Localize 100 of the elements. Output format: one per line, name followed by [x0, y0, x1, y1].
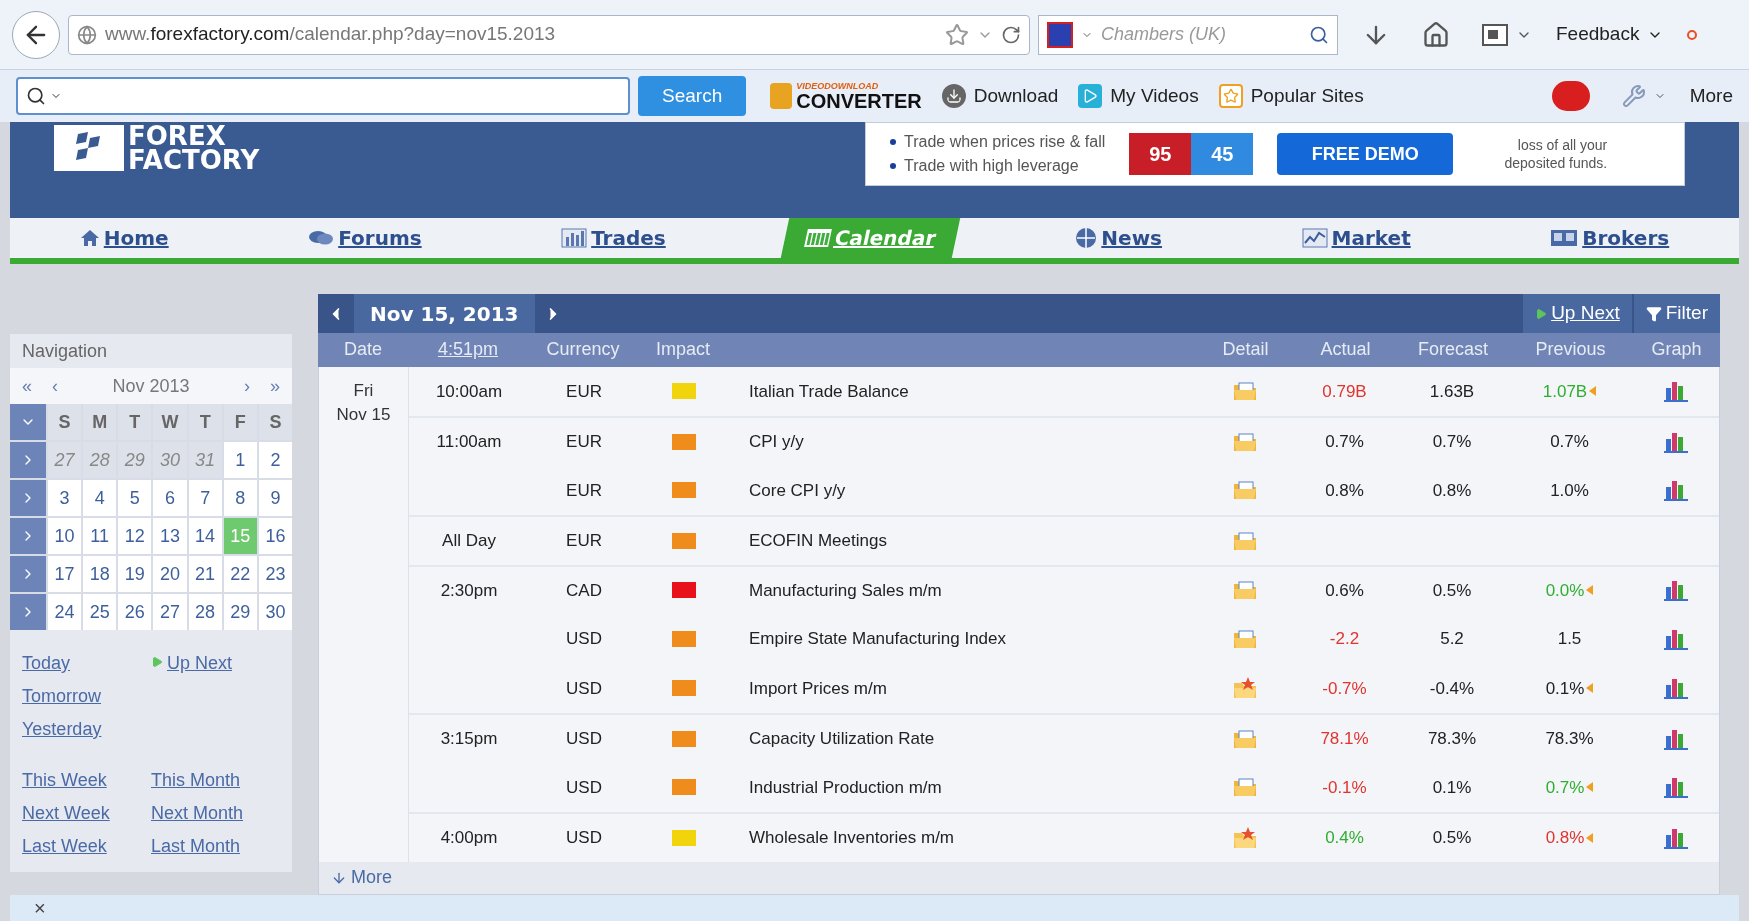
nav-link[interactable]: Tomorrow — [22, 683, 151, 710]
site-logo[interactable]: FOREX FACTORY — [54, 124, 260, 172]
next-arrow[interactable]: › — [244, 372, 250, 400]
day-cell[interactable]: 22 — [223, 556, 257, 592]
ad-banner[interactable]: Trade when prices rise & fall Trade with high leverage 95 45 FREE DEMO loss of all your deposited funds. — [865, 122, 1685, 186]
ask-logo-icon[interactable] — [1551, 81, 1590, 111]
toolbar-link[interactable]: My Videos — [1078, 81, 1199, 111]
week-button[interactable] — [10, 442, 46, 478]
nav-link[interactable]: This Week — [22, 767, 151, 794]
day-cell[interactable]: 8 — [223, 480, 257, 516]
graph-icon[interactable] — [1663, 776, 1688, 799]
filter-button[interactable]: Filter — [1633, 294, 1720, 334]
graph-icon[interactable] — [1663, 677, 1688, 700]
nav-link[interactable]: This Month — [151, 767, 280, 794]
day-cell[interactable]: 19 — [118, 556, 152, 592]
last-arrow[interactable]: » — [270, 372, 280, 400]
home-icon[interactable] — [1422, 20, 1450, 49]
nav-link[interactable]: Last Month — [151, 833, 280, 860]
nav-link[interactable]: Today — [22, 650, 151, 677]
search-button[interactable]: Search — [638, 76, 747, 116]
day-cell[interactable]: 3 — [48, 480, 82, 516]
window-icon[interactable] — [1482, 23, 1508, 46]
folder-icon[interactable] — [1231, 430, 1258, 453]
feedback-button[interactable]: Feedback — [1556, 20, 1664, 49]
graph-icon[interactable] — [1663, 579, 1688, 602]
day-cell[interactable]: 30 — [258, 594, 292, 630]
nav-link[interactable]: Yesterday — [22, 716, 151, 743]
week-button[interactable] — [10, 594, 46, 630]
day-cell[interactable]: 25 — [83, 594, 117, 630]
day-cell[interactable]: 24 — [48, 594, 82, 630]
day-cell[interactable]: 28 — [188, 594, 222, 630]
day-cell[interactable]: 23 — [258, 556, 292, 592]
folder-icon[interactable] — [1231, 776, 1258, 799]
nav-link[interactable]: Next Month — [151, 800, 280, 827]
first-arrow[interactable]: « — [22, 372, 32, 400]
day-cell[interactable]: 27 — [153, 594, 187, 630]
engine-input[interactable]: Chambers (UK) — [1101, 21, 1301, 48]
day-cell[interactable]: 18 — [83, 556, 117, 592]
address-bar[interactable]: www.forexfactory.com/calendar.php?day=nov15.2013 — [68, 14, 1030, 55]
day-cell[interactable]: 14 — [188, 518, 222, 554]
day-cell[interactable]: 4 — [83, 480, 117, 516]
search-icon[interactable] — [1309, 24, 1329, 45]
folder-icon[interactable] — [1231, 579, 1258, 602]
folder-star-icon[interactable] — [1231, 676, 1258, 701]
day-cell[interactable]: 10 — [48, 518, 82, 554]
bookmark-star-icon[interactable] — [945, 22, 969, 47]
day-cell[interactable]: 13 — [153, 518, 187, 554]
day-cell[interactable]: 7 — [188, 480, 222, 516]
folder-icon[interactable] — [1231, 380, 1258, 403]
day-cell[interactable]: 12 — [118, 518, 152, 554]
nav-link[interactable]: Up Next — [167, 650, 233, 677]
folder-icon[interactable] — [1231, 529, 1258, 552]
nav-tab[interactable]: Market — [1281, 218, 1431, 258]
folder-icon[interactable] — [1231, 627, 1258, 650]
graph-icon[interactable] — [1663, 727, 1688, 750]
graph-icon[interactable] — [1663, 479, 1688, 502]
day-cell[interactable]: 1 — [223, 442, 257, 478]
prev-arrow[interactable]: ‹ — [52, 372, 58, 400]
expand-column-header[interactable] — [10, 404, 46, 440]
day-cell[interactable]: 29 — [223, 594, 257, 630]
tools-icon[interactable] — [1621, 84, 1646, 108]
free-demo-button[interactable]: FREE DEMO — [1277, 133, 1454, 175]
nav-tab[interactable]: Brokers — [1530, 218, 1690, 258]
day-cell[interactable]: 16 — [258, 518, 292, 554]
day-cell[interactable]: 11 — [83, 518, 117, 554]
folder-star-icon[interactable] — [1231, 825, 1258, 850]
nav-tab[interactable]: Forums — [288, 218, 442, 258]
day-cell[interactable]: 20 — [153, 556, 187, 592]
nav-link[interactable]: Last Week — [22, 833, 151, 860]
graph-icon[interactable] — [1663, 430, 1688, 453]
day-cell[interactable]: 2 — [258, 442, 292, 478]
more-button[interactable]: More — [1689, 81, 1733, 111]
nav-tab[interactable]: Home — [59, 218, 189, 258]
graph-icon[interactable] — [1663, 380, 1688, 403]
up-next-link[interactable]: Up Next — [1523, 294, 1632, 334]
day-cell[interactable]: 17 — [48, 556, 82, 592]
toolbar-search-field[interactable] — [16, 77, 630, 115]
graph-icon[interactable] — [1663, 826, 1688, 849]
week-button[interactable] — [10, 480, 46, 516]
folder-icon[interactable] — [1231, 727, 1258, 750]
more-link[interactable]: More — [351, 864, 392, 892]
day-cell[interactable]: 9 — [258, 480, 292, 516]
search-engine-field[interactable]: Chambers (UK) — [1038, 14, 1338, 55]
day-cell[interactable]: 21 — [188, 556, 222, 592]
week-button[interactable] — [10, 556, 46, 592]
toolbar-link[interactable]: Popular Sites — [1218, 81, 1364, 111]
day-cell[interactable]: 5 — [118, 480, 152, 516]
day-cell[interactable]: 6 — [153, 480, 187, 516]
back-button[interactable] — [12, 10, 60, 59]
folder-icon[interactable] — [1231, 479, 1258, 502]
reload-icon[interactable] — [1001, 24, 1021, 45]
converter-logo[interactable]: VIDEODOWNLOAD CONVERTER — [770, 81, 922, 111]
graph-icon[interactable] — [1663, 627, 1688, 650]
nav-link[interactable]: Next Week — [22, 800, 151, 827]
close-button[interactable]: × — [34, 898, 46, 918]
toolbar-link[interactable]: Download — [941, 81, 1059, 111]
nav-tab[interactable]: Trades — [541, 218, 686, 258]
nav-tab[interactable]: News — [1055, 218, 1182, 258]
week-button[interactable] — [10, 518, 46, 554]
day-cell[interactable]: 26 — [118, 594, 152, 630]
